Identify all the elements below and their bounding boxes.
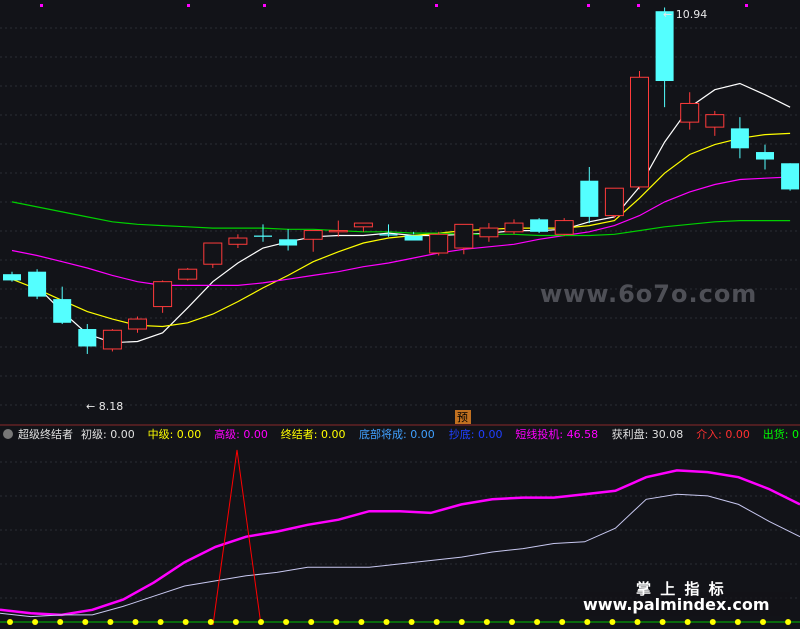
baseline-dot: [308, 619, 315, 625]
baseline-dot: [283, 619, 290, 625]
baseline-dot: [483, 619, 490, 625]
candle-body-down: [254, 235, 272, 237]
legend-item: 高级: 0.00: [214, 427, 268, 441]
collapse-icon: [3, 429, 13, 439]
baseline-dot: [433, 619, 440, 625]
baseline-dot: [383, 619, 390, 625]
candle-body-up: [479, 227, 499, 238]
top-marker: [187, 4, 190, 7]
baseline-dot: [132, 619, 139, 625]
baseline-dot: [709, 619, 716, 625]
baseline-dot: [584, 619, 591, 625]
entry-spike: [212, 449, 262, 626]
baseline-dot: [760, 619, 766, 625]
candle-body-down: [279, 239, 298, 246]
candle-body-down: [28, 271, 47, 297]
baseline-dot: [559, 619, 566, 625]
baseline-dot: [232, 619, 239, 625]
baseline-dot: [82, 619, 89, 625]
candle-body-up: [128, 318, 147, 330]
top-marker: [637, 4, 640, 7]
candle-body-down: [580, 180, 599, 217]
candle-body-down: [730, 128, 749, 149]
ma-line-3: [11, 201, 791, 237]
candle-body-up: [429, 233, 449, 254]
baseline-dot: [7, 619, 13, 625]
top-marker: [587, 4, 590, 7]
baseline-dot: [509, 619, 515, 625]
candle-body-up: [504, 222, 524, 233]
legend-item: 底部将成: 0.00: [359, 427, 435, 441]
candle-body-up: [328, 230, 348, 233]
candle-body-up: [454, 223, 474, 249]
baseline-dot: [684, 619, 691, 625]
candle-body-up: [228, 237, 248, 245]
baseline-dot: [32, 619, 39, 625]
baseline-dot: [182, 619, 189, 625]
baseline-dot: [258, 619, 264, 625]
candle-body-up: [203, 242, 223, 265]
baseline-dot: [609, 619, 616, 625]
baseline-dot: [408, 619, 415, 625]
baseline-dot: [534, 619, 541, 625]
baseline-dot: [157, 619, 164, 625]
top-marker: [40, 4, 43, 7]
candle-body-down: [53, 299, 72, 323]
candle-body-down: [379, 234, 398, 236]
kline-chart: ← 10.94 ← 8.18 www.6o7o.com 预超级终结者 初级: 0.00 中…: [0, 4, 800, 626]
baseline-dot: [358, 619, 365, 625]
baseline-dot: [785, 619, 792, 625]
legend-item: 短线投机: 46.58: [515, 427, 598, 441]
baseline-dot: [333, 619, 340, 625]
candle-body-down: [756, 152, 774, 160]
legend-item: 终结者: 0.00: [281, 427, 346, 441]
watermark-site: www.6o7o.com: [540, 280, 757, 308]
high-price-label: ← 10.94: [663, 8, 707, 21]
candle-body-up: [353, 222, 373, 228]
legend-item: 获利盘: 30.08: [612, 427, 684, 441]
top-marker: [263, 4, 266, 7]
candle-body-up: [554, 220, 574, 235]
candle-body-down: [404, 235, 423, 241]
baseline-dot: [659, 619, 666, 625]
forecast-badge: 预: [457, 411, 468, 424]
low-price-label: ← 8.18: [86, 400, 123, 413]
baseline-dot: [458, 619, 465, 625]
legend-item: 抄底: 0.00: [449, 427, 503, 441]
legend-item: 初级: 0.00: [81, 427, 135, 441]
candle-body-up: [604, 187, 624, 217]
chart-stage: ← 10.94 ← 8.18 www.6o7o.com 预超级终结者 初级: 0.00 中…: [0, 0, 800, 629]
baseline-dot: [57, 619, 64, 625]
candle-body-down: [781, 163, 800, 190]
top-marker: [435, 4, 438, 7]
legend-item: 介入: 0.00: [696, 428, 750, 441]
candle-body-up: [630, 76, 649, 188]
baseline-dot: [107, 619, 114, 625]
candle-body-down: [530, 219, 549, 232]
candle-body-up: [680, 102, 700, 123]
candle-body-up: [705, 114, 725, 128]
candle-body-down: [78, 329, 97, 347]
legend-item: 中级: 0.00: [148, 428, 202, 441]
candle-body-up: [102, 329, 122, 350]
candle-body-down: [3, 274, 21, 281]
candle-body-up: [303, 230, 323, 240]
top-marker: [745, 4, 748, 7]
legend-item: 超级终结者: [18, 427, 73, 441]
candle-body-up: [178, 268, 198, 280]
baseline-dot: [207, 619, 214, 625]
candle-body-up: [153, 281, 173, 308]
candle-body-down: [655, 11, 674, 82]
legend-item: 出货: 0.00: [763, 427, 800, 441]
baseline-dot: [634, 619, 641, 625]
baseline-dot: [734, 619, 741, 625]
brand-url: www.palmindex.com: [583, 595, 770, 614]
